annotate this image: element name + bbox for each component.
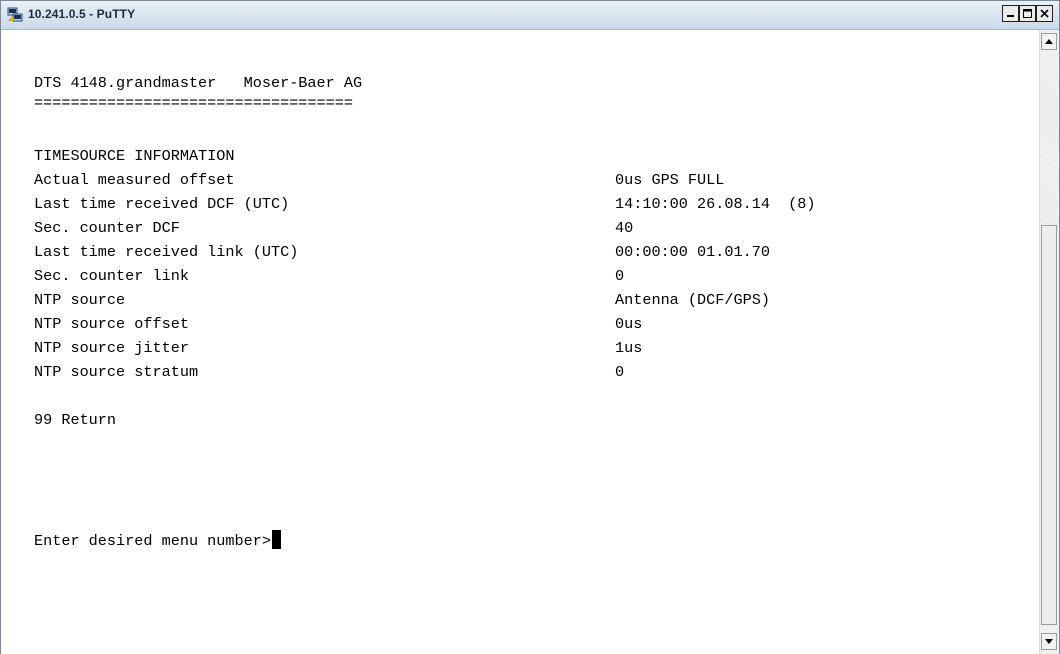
row-value-ntp-jitter: 1us — [615, 339, 643, 357]
arrow-down-icon — [1045, 639, 1053, 644]
text-cursor — [271, 530, 281, 549]
scroll-track[interactable] — [1040, 53, 1058, 225]
row-value-actual-offset: 0us GPS FULL — [615, 171, 725, 189]
caption-buttons — [1002, 5, 1053, 24]
putty-window: 10.241.0.5 - PuTTY DTS 4148.grandmaster … — [0, 0, 1060, 654]
row-label-last-dcf: Last time received DCF (UTC) — [34, 195, 290, 213]
terminal-header: DTS 4148.grandmaster Moser-Baer AG — [34, 74, 363, 92]
row-label-last-link: Last time received link (UTC) — [34, 243, 299, 261]
row-value-ntp-offset: 0us — [615, 315, 643, 333]
row-label-sec-counter-dcf: Sec. counter DCF — [34, 219, 180, 237]
putty-icon[interactable] — [7, 7, 23, 23]
terminal-separator: =================================== — [34, 94, 353, 112]
return-menu-item: 99 Return — [34, 411, 117, 429]
row-value-last-link: 00:00:00 01.01.70 — [615, 243, 770, 261]
row-label-ntp-offset: NTP source offset — [34, 315, 189, 333]
row-value-sec-counter-link: 0 — [615, 267, 625, 285]
vertical-scrollbar[interactable] — [1039, 30, 1059, 654]
row-label-sec-counter-link: Sec. counter link — [34, 267, 189, 285]
window-title: 10.241.0.5 - PuTTY — [28, 7, 136, 21]
close-button[interactable] — [1036, 5, 1053, 22]
row-label-actual-offset: Actual measured offset — [34, 171, 235, 189]
row-label-ntp-source: NTP source — [34, 291, 126, 309]
row-label-ntp-stratum: NTP source stratum — [34, 363, 199, 381]
maximize-button[interactable] — [1019, 5, 1036, 22]
maximize-icon — [1023, 9, 1032, 18]
prompt-line: Enter desired menu number> — [34, 530, 281, 551]
row-value-sec-counter-dcf: 40 — [615, 219, 634, 237]
scroll-down-button[interactable] — [1041, 633, 1057, 650]
row-label-ntp-jitter: NTP source jitter — [34, 339, 189, 357]
minimize-icon — [1007, 15, 1014, 17]
scroll-thumb[interactable] — [1041, 225, 1057, 625]
arrow-up-icon — [1045, 39, 1053, 44]
terminal-area[interactable]: DTS 4148.grandmaster Moser-Baer AG =====… — [1, 30, 1041, 654]
menu-prompt: Enter desired menu number> — [34, 532, 271, 550]
row-value-last-dcf: 14:10:00 26.08.14 (8) — [615, 195, 816, 213]
title-bar[interactable]: 10.241.0.5 - PuTTY — [1, 1, 1059, 30]
row-value-ntp-stratum: 0 — [615, 363, 625, 381]
close-icon — [1040, 9, 1049, 18]
row-value-ntp-source: Antenna (DCF/GPS) — [615, 291, 770, 309]
minimize-button[interactable] — [1002, 5, 1019, 22]
section-title: TIMESOURCE INFORMATION — [34, 147, 235, 165]
scroll-up-button[interactable] — [1041, 33, 1057, 50]
